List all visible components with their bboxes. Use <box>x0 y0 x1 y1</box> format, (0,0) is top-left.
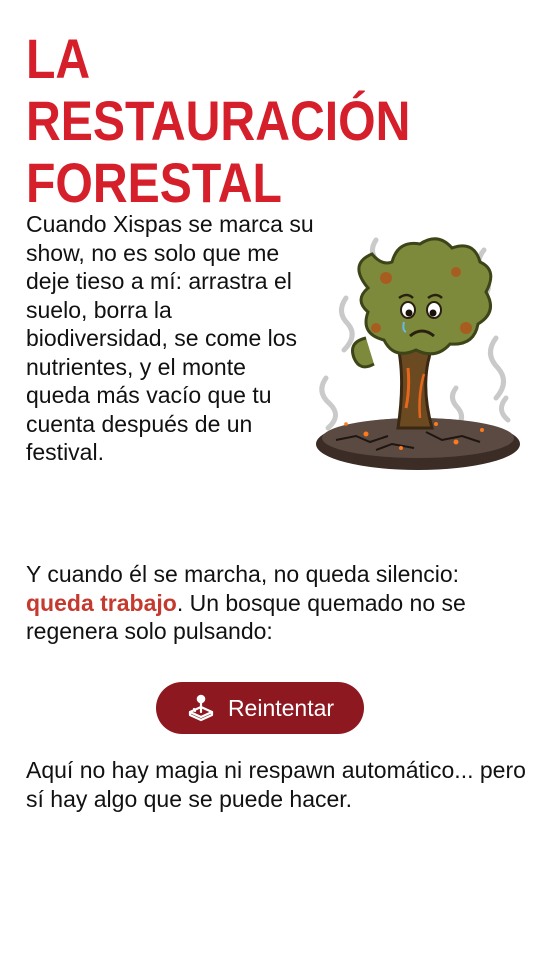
page-title-line-1: LA RESTAURACIÓN <box>26 27 411 152</box>
retry-button-label: Reintentar <box>227 694 335 721</box>
retry-button[interactable]: Reintentar <box>156 682 364 734</box>
intro-paragraph: Cuando Xispas se marca su show, no es so… <box>26 211 314 465</box>
final-paragraph: Aquí no hay magia ni respawn automático.… <box>26 757 526 812</box>
joystick-icon <box>188 694 214 722</box>
tree-foliage <box>357 237 493 356</box>
highlighted-phrase: queda trabajo <box>26 589 177 616</box>
page-title: LA RESTAURACIÓN FORESTAL <box>26 28 456 214</box>
second-paragraph-start: Y cuando él se marcha, no queda silencio… <box>26 561 460 587</box>
burned-tree-illustration <box>316 237 520 470</box>
second-paragraph: Y cuando él se marcha, no queda silencio… <box>26 560 526 646</box>
page-title-line-2: FORESTAL <box>26 151 282 214</box>
